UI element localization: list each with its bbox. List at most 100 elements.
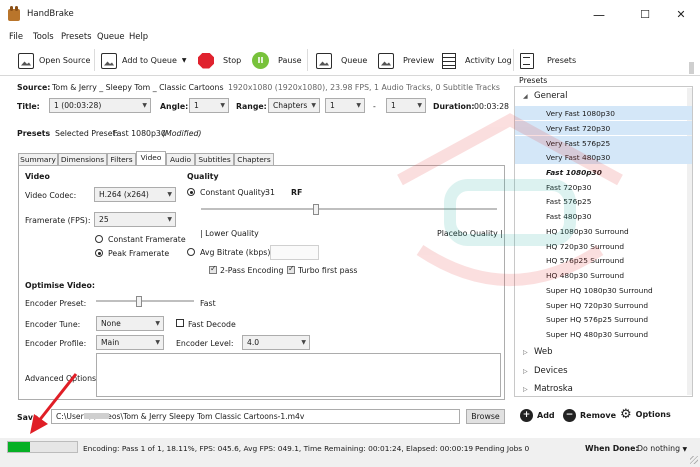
framerate-select[interactable]: 25 ▼ xyxy=(94,212,176,227)
stop-button[interactable]: Stop xyxy=(198,52,241,69)
window-title: HandBrake xyxy=(27,9,74,19)
fast-decode-label: Fast Decode xyxy=(188,320,236,329)
constant-quality-label: Constant Quality: xyxy=(200,188,268,197)
constant-framerate-radio[interactable] xyxy=(95,235,103,243)
tab-video[interactable]: Video xyxy=(136,151,166,165)
add-to-queue-label: Add to Queue xyxy=(122,56,177,65)
toolbar-overflow-grip[interactable] xyxy=(689,62,694,74)
lower-quality-label: | Lower Quality xyxy=(200,229,259,238)
preset-item[interactable]: Fast 480p30 xyxy=(546,212,591,221)
preset-group-web[interactable]: Web xyxy=(534,347,553,357)
preset-group-general[interactable]: General xyxy=(534,91,568,101)
chevron-down-icon[interactable]: ▼ xyxy=(182,57,187,64)
chevron-right-icon[interactable]: ▷ xyxy=(523,368,528,375)
video-codec-value: H.264 (x264) xyxy=(99,190,149,199)
range-start-value: 1 xyxy=(330,101,335,110)
preset-item[interactable]: Very Fast 480p30 xyxy=(546,153,610,162)
chevron-down-icon[interactable]: ◢ xyxy=(523,93,528,100)
tab-subtitles[interactable]: Subtitles xyxy=(195,153,234,165)
quality-value: 31 xyxy=(265,188,275,197)
preset-item[interactable]: HQ 480p30 Surround xyxy=(546,271,624,280)
when-done-label: When Done: xyxy=(585,444,639,453)
preset-item[interactable]: Super HQ 720p30 Surround xyxy=(546,301,648,310)
encoder-preset-label: Encoder Preset: xyxy=(25,299,87,308)
encoder-level-select[interactable]: 4.0 ▼ xyxy=(242,335,310,350)
preset-item[interactable]: Very Fast 1080p30 xyxy=(546,109,615,118)
range-start-select[interactable]: 1 ▼ xyxy=(325,98,365,113)
range-end-select[interactable]: 1 ▼ xyxy=(386,98,426,113)
tab-dimensions[interactable]: Dimensions xyxy=(58,153,107,165)
browse-button[interactable]: Browse xyxy=(466,409,505,424)
preset-item[interactable]: Fast 720p30 xyxy=(546,183,591,192)
angle-select[interactable]: 1 ▼ xyxy=(189,98,229,113)
tab-audio[interactable]: Audio xyxy=(166,153,195,165)
source-name: Tom & Jerry _ Sleepy Tom _ Classic Carto… xyxy=(52,83,224,92)
queue-button[interactable]: Queue xyxy=(316,52,367,69)
close-button[interactable]: ✕ xyxy=(668,5,694,25)
maximize-button[interactable]: ☐ xyxy=(632,5,658,25)
preset-item[interactable]: HQ 576p25 Surround xyxy=(546,256,624,265)
avg-bitrate-radio[interactable] xyxy=(187,248,195,256)
advanced-options-textarea[interactable] xyxy=(96,353,501,397)
add-preset-button[interactable]: + Add xyxy=(520,409,555,422)
preset-group-matroska[interactable]: Matroska xyxy=(534,384,573,394)
preset-item[interactable]: HQ 1080p30 Surround xyxy=(546,227,629,236)
menu-file[interactable]: File xyxy=(9,31,23,41)
minimize-button[interactable]: — xyxy=(586,5,612,25)
video-codec-select[interactable]: H.264 (x264) ▼ xyxy=(94,187,176,202)
pause-button[interactable]: II Pause xyxy=(252,52,302,69)
preview-label: Preview xyxy=(403,56,435,65)
encoder-preset-slider-thumb[interactable] xyxy=(136,296,142,307)
remove-preset-button[interactable]: − Remove xyxy=(563,409,616,422)
preset-item[interactable]: Fast 576p25 xyxy=(546,197,591,206)
preset-options-button[interactable]: ⚙ Options xyxy=(620,408,671,421)
chevron-right-icon[interactable]: ▷ xyxy=(523,349,528,356)
preset-group-devices[interactable]: Devices xyxy=(534,366,568,376)
quality-slider-track[interactable] xyxy=(201,208,497,210)
preset-item[interactable]: Very Fast 720p30 xyxy=(546,124,610,133)
range-type-select[interactable]: Chapters ▼ xyxy=(268,98,320,113)
add-preset-label: Add xyxy=(537,411,555,420)
preset-item-selected[interactable]: Fast 1080p30 xyxy=(546,168,602,177)
encoder-preset-slider-track[interactable] xyxy=(96,300,194,302)
menu-queue[interactable]: Queue xyxy=(97,31,125,41)
preset-item[interactable]: Super HQ 1080p30 Surround xyxy=(546,286,653,295)
tab-filters[interactable]: Filters xyxy=(107,153,136,165)
when-done-select[interactable]: Do nothing ▼ xyxy=(637,444,687,453)
avg-bitrate-input[interactable] xyxy=(270,245,319,260)
stop-label: Stop xyxy=(223,56,242,65)
preset-item[interactable]: Very Fast 576p25 xyxy=(546,139,610,148)
encoder-tune-select[interactable]: None ▼ xyxy=(96,316,164,331)
activity-log-button[interactable]: Activity Log xyxy=(442,52,512,69)
chevron-right-icon[interactable]: ▷ xyxy=(523,386,528,393)
resize-grip[interactable] xyxy=(690,456,698,464)
preset-item[interactable]: Super HQ 480p30 Surround xyxy=(546,330,648,339)
pause-icon: II xyxy=(252,52,269,69)
tab-summary[interactable]: Summary xyxy=(18,153,58,165)
constant-quality-radio[interactable] xyxy=(187,188,195,196)
menu-presets[interactable]: Presets xyxy=(61,31,91,41)
turbo-first-pass-checkbox[interactable] xyxy=(287,264,295,274)
plus-icon: + xyxy=(520,409,533,422)
chevron-down-icon: ▼ xyxy=(301,339,306,346)
encoder-tune-label: Encoder Tune: xyxy=(25,320,81,329)
presets-toolbar-button[interactable]: Presets xyxy=(520,52,576,69)
two-pass-checkbox[interactable] xyxy=(209,264,217,274)
video-section-title: Video xyxy=(25,172,50,181)
title-select[interactable]: 1 (00:03:28) ▼ xyxy=(49,98,151,113)
preset-item[interactable]: HQ 720p30 Surround xyxy=(546,242,624,251)
menu-help[interactable]: Help xyxy=(129,31,148,41)
open-source-button[interactable]: Open Source xyxy=(18,52,90,69)
menu-tools[interactable]: Tools xyxy=(33,31,54,41)
tab-chapters[interactable]: Chapters xyxy=(234,153,274,165)
pending-jobs-text: Pending Jobs 0 xyxy=(475,444,530,453)
preview-button[interactable]: Preview xyxy=(378,52,434,69)
preset-item[interactable]: Super HQ 576p25 Surround xyxy=(546,315,648,324)
save-path-input[interactable]: C:\Users\ \Videos\Tom & Jerry Sleepy Tom… xyxy=(51,409,460,424)
add-to-queue-button[interactable]: Add to Queue ▼ xyxy=(101,52,187,69)
activity-log-label: Activity Log xyxy=(465,56,512,65)
quality-slider-thumb[interactable] xyxy=(313,204,319,215)
encoder-profile-select[interactable]: Main ▼ xyxy=(96,335,164,350)
fast-decode-checkbox[interactable] xyxy=(176,319,184,327)
peak-framerate-radio[interactable] xyxy=(95,249,103,257)
